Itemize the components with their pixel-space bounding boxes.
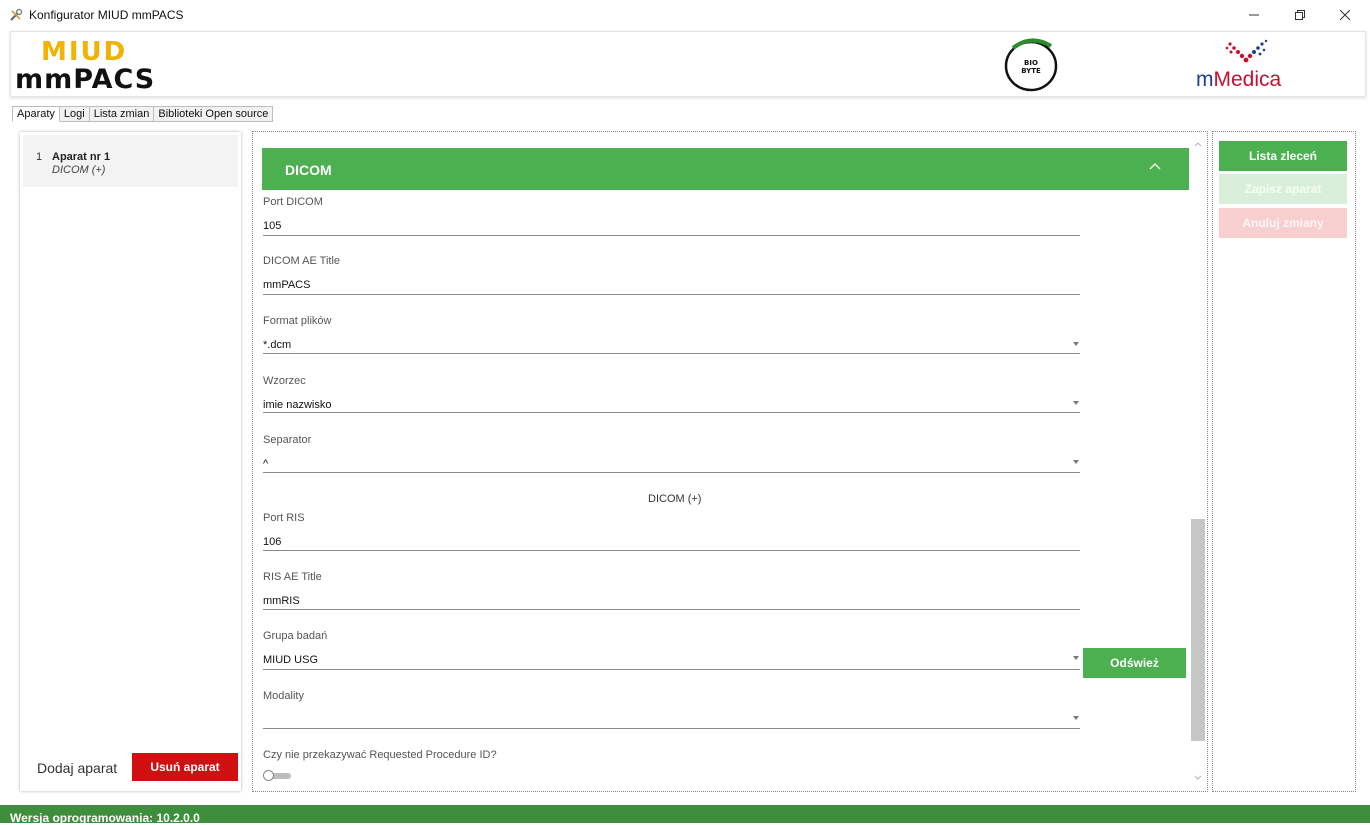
close-button[interactable] [1322,0,1368,30]
port-dicom-label: Port DICOM [263,196,323,208]
port-ris-label: Port RIS [263,512,305,524]
add-device-button[interactable]: Dodaj aparat [37,760,117,776]
file-format-select[interactable]: *.dcm [263,339,291,351]
orders-list-button[interactable]: Lista zleceń [1219,141,1347,171]
pattern-label: Wzorzec [263,375,306,387]
ris-ae-title-input[interactable]: mmRIS [263,595,300,607]
tab-logi[interactable]: Logi [59,106,90,122]
actions-panel: Lista zleceń Zapisz aparat Anuluj zmiany [1212,131,1356,792]
port-ris-underline [263,550,1080,551]
device-type: DICOM (+) [52,164,106,176]
window-titlebar: Konfigurator MIUD mmPACS [0,0,1370,30]
file-format-underline [263,353,1080,354]
dicom-ae-title-input[interactable]: mmPACS [263,279,310,291]
device-list-item[interactable]: 1 Aparat nr 1 DICOM (+) [23,135,238,187]
app-header: MIUD mmPACS BIO BYTE mMedica [10,31,1366,97]
window-title: Konfigurator MIUD mmPACS [29,8,184,22]
dicom-ae-title-label: DICOM AE Title [263,255,341,267]
modality-underline [263,728,1080,729]
exam-group-select[interactable]: MIUD USG [263,654,318,666]
scroll-down-icon[interactable] [1191,771,1205,785]
restore-icon [1295,10,1305,20]
requested-procedure-toggle-label: Czy nie przekazywać Requested Procedure … [263,749,497,761]
chevron-up-icon [1149,162,1161,170]
modality-dropdown-icon[interactable] [1073,716,1079,720]
svg-text:BIO: BIO [1024,59,1038,67]
minimize-button[interactable] [1231,0,1277,30]
tab-biblioteki-open-source[interactable]: Biblioteki Open source [154,106,274,122]
separator-label: Separator [263,434,312,446]
tab-aparaty[interactable]: Aparaty [12,106,60,122]
port-dicom-underline [263,235,1080,236]
file-format-dropdown-icon[interactable] [1073,342,1079,346]
ris-ae-title-underline [263,609,1080,610]
svg-text:BYTE: BYTE [1021,67,1041,75]
ris-ae-title-label: RIS AE Title [263,571,322,583]
biobyte-logo: BIO BYTE [1004,38,1058,92]
dicom-ae-title-underline [263,294,1080,295]
tools-icon [10,8,23,21]
exam-group-dropdown-icon[interactable] [1073,656,1079,660]
close-icon [1340,10,1350,20]
file-format-label: Format plików [263,315,332,327]
form-scrollbar[interactable] [1190,135,1206,787]
port-dicom-input[interactable]: 105 [263,220,281,232]
minimize-icon [1249,14,1259,16]
pattern-underline [263,412,1080,413]
dicom-section-header[interactable]: DICOM [262,148,1189,190]
miud-logo: MIUD [41,37,128,67]
section-title: DICOM [285,162,332,178]
refresh-button[interactable]: Odśwież [1083,648,1186,678]
scroll-up-icon[interactable] [1191,137,1205,151]
delete-device-button[interactable]: Usuń aparat [132,753,238,781]
mmpacs-logo: mmPACS [15,64,156,95]
status-bar: Wersja oprogramowania: 10.2.0.0 [0,805,1370,825]
requested-procedure-toggle[interactable] [263,770,293,781]
modality-label: Modality [263,690,304,702]
restore-button[interactable] [1277,0,1323,30]
port-ris-input[interactable]: 106 [263,536,281,548]
separator-dropdown-icon[interactable] [1073,460,1079,464]
tab-lista-zmian[interactable]: Lista zmian [89,106,155,122]
dicom-plus-heading: DICOM (+) [648,493,702,505]
device-number: 1 [36,151,43,163]
cancel-changes-button[interactable]: Anuluj zmiany [1219,208,1347,238]
pattern-dropdown-icon[interactable] [1073,401,1079,405]
scrollbar-thumb[interactable] [1191,519,1205,741]
toggle-knob [263,770,274,781]
pattern-select[interactable]: imie nazwisko [263,399,331,411]
main-tabs: Aparaty Logi Lista zmian Biblioteki Open… [12,106,274,122]
save-device-button[interactable]: Zapisz aparat [1219,174,1347,204]
separator-select[interactable]: ^ [263,458,268,470]
device-list-panel: 1 Aparat nr 1 DICOM (+) Dodaj aparat Usu… [20,132,241,791]
mmedica-mark-icon [1225,39,1268,63]
exam-group-underline [263,669,1080,670]
device-name: Aparat nr 1 [52,151,111,163]
device-config-panel: DICOM Port DICOM 105 DICOM AE Title mmPA… [252,131,1208,792]
exam-group-label: Grupa badań [263,630,328,642]
separator-underline [263,472,1080,473]
mmedica-logo: mMedica [1196,38,1316,94]
